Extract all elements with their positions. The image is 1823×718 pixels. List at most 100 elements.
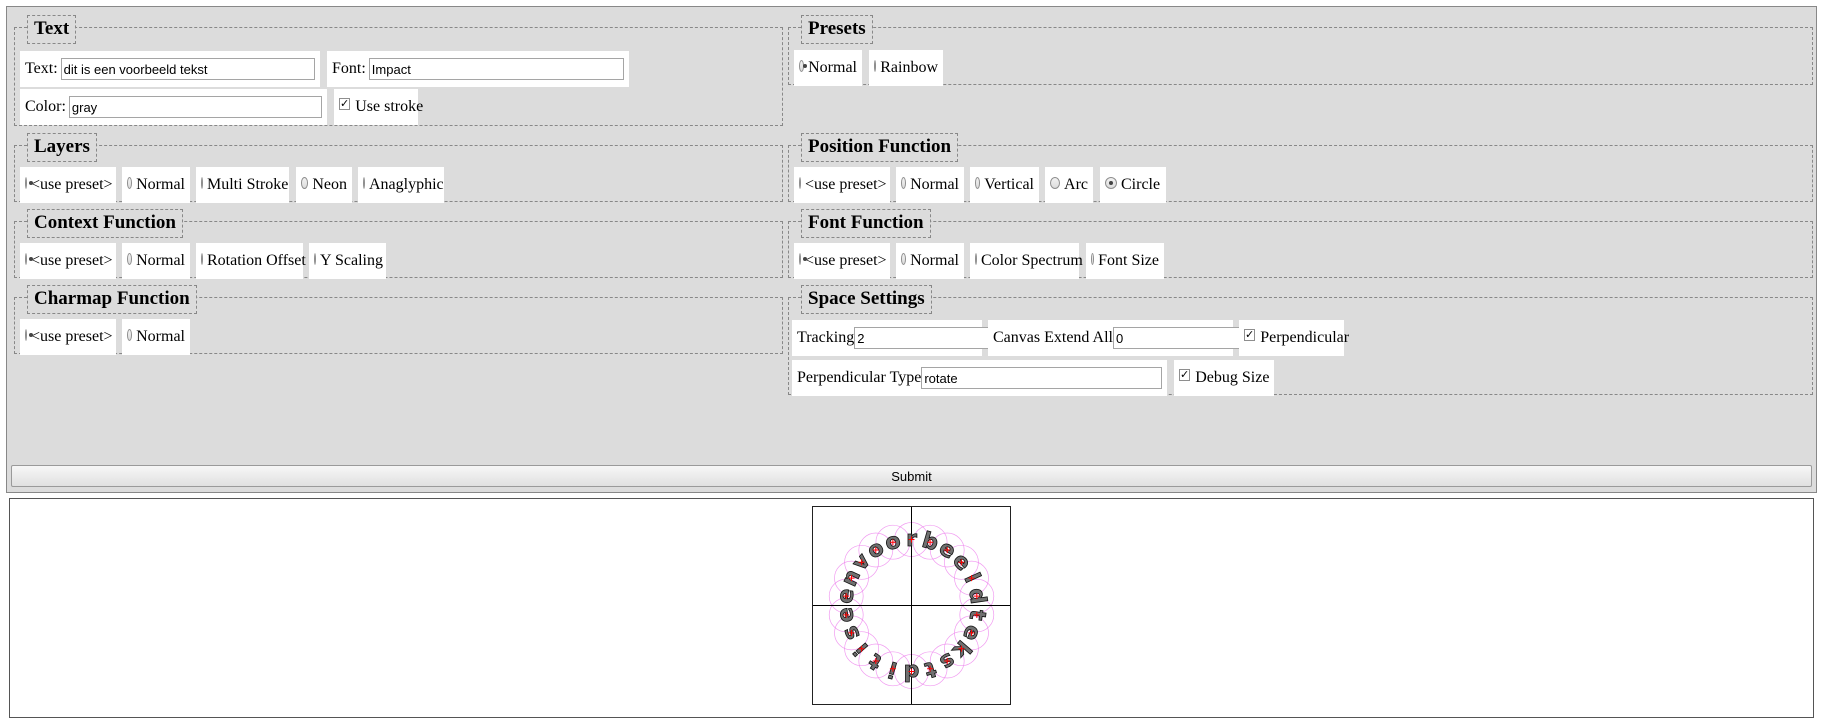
text-field-box: Text: [20,51,320,87]
font-input[interactable] [368,58,624,80]
layers-option-multi-stroke[interactable]: Multi Stroke [196,167,289,203]
color-field-box: Color: [20,89,327,125]
preset-normal-label: Normal [808,59,857,76]
layers-normal-label: Normal [136,176,185,193]
position-vertical-radio[interactable] [975,177,981,189]
position-use-preset-radio[interactable] [799,177,801,189]
layers-fieldset: Layers <use preset> Normal Multi Stroke … [14,133,783,203]
layers-use-preset-label: <use preset> [31,176,113,193]
preset-normal-radio[interactable] [799,60,808,72]
color-input[interactable] [68,96,322,118]
font-function-option-font-size[interactable]: Font Size [1086,243,1164,279]
layers-normal-radio[interactable] [127,177,133,189]
position-option-use-preset[interactable]: <use preset> [794,167,890,203]
context-rotation-offset-label: Rotation Offset [207,252,306,269]
context-normal-label: Normal [136,252,185,269]
layers-option-anaglyphic[interactable]: Anaglyphic [358,167,444,203]
context-option-normal[interactable]: Normal [122,243,190,279]
font-function-use-preset-radio[interactable] [799,253,807,265]
font-function-option-normal[interactable]: Normal [896,243,964,279]
charmap-option-normal[interactable]: Normal [122,319,190,355]
font-function-option-use-preset[interactable]: <use preset> [794,243,890,279]
layers-option-use-preset[interactable]: <use preset> [20,167,116,203]
position-option-vertical[interactable]: Vertical [970,167,1039,203]
preset-rainbow-label: Rainbow [880,59,938,76]
font-function-normal-radio[interactable] [901,253,907,265]
layers-neon-radio[interactable] [301,177,309,189]
layers-anaglyphic-radio[interactable] [363,177,365,189]
layers-use-preset-radio[interactable] [25,177,33,189]
position-normal-radio[interactable] [901,177,907,189]
use-stroke-option[interactable]: ✓ Use stroke [334,89,423,125]
debug-size-checkbox[interactable]: ✓ [1179,369,1191,381]
text-label: Text: [25,60,58,77]
layers-multi-stroke-label: Multi Stroke [207,176,289,193]
output-canvas: ditiseenvoorbeeldtekst [812,506,1011,705]
space-settings-fieldset: Space Settings Tracking Canvas Extend Al… [788,285,1813,396]
position-normal-label: Normal [910,176,959,193]
layers-option-normal[interactable]: Normal [122,167,190,203]
presets-legend: Presets [801,15,873,44]
canvas-extend-field-box: Canvas Extend All [988,320,1265,356]
perpendicular-type-label: Perpendicular Type [797,369,922,386]
position-option-circle[interactable]: Circle [1100,167,1166,203]
font-field-box: Font: [327,51,629,87]
layers-multi-stroke-radio[interactable] [201,177,203,189]
charmap-use-preset-label: <use preset> [31,328,113,345]
context-option-rotation-offset[interactable]: Rotation Offset [196,243,306,279]
position-function-legend: Position Function [801,133,959,162]
settings-panel: Text Text: Font: Color: ✓ Use stroke Pre… [6,6,1817,493]
font-function-option-color-spectrum[interactable]: Color Spectrum [970,243,1083,279]
text-input[interactable] [60,58,315,80]
charmap-normal-radio[interactable] [127,329,133,341]
position-function-fieldset: Position Function <use preset> Normal Ve… [788,133,1813,203]
position-circle-label: Circle [1121,176,1161,193]
font-function-use-preset-label: <use preset> [805,252,887,269]
font-function-fieldset: Font Function <use preset> Normal Color … [788,209,1813,279]
charmap-function-legend: Charmap Function [27,285,197,314]
position-option-normal[interactable]: Normal [896,167,964,203]
context-function-fieldset: Context Function <use preset> Normal Rot… [14,209,783,279]
position-vertical-label: Vertical [984,176,1034,193]
color-label: Color: [25,98,66,115]
submit-button[interactable]: Submit [11,465,1812,487]
perpendicular-type-field-box: Perpendicular Type [792,360,1167,396]
position-arc-radio[interactable] [1050,177,1061,189]
preset-option-normal[interactable]: Normal [794,50,862,86]
perpendicular-checkbox[interactable]: ✓ [1244,329,1256,341]
font-function-normal-label: Normal [910,252,959,269]
context-function-legend: Context Function [27,209,183,238]
perpendicular-type-input[interactable] [921,367,1162,389]
canvas-extend-label: Canvas Extend All [993,329,1113,346]
perpendicular-option[interactable]: ✓ Perpendicular [1239,320,1349,356]
charmap-use-preset-radio[interactable] [25,329,33,341]
context-option-use-preset[interactable]: <use preset> [20,243,116,279]
context-normal-radio[interactable] [127,253,133,265]
layers-option-neon[interactable]: Neon [296,167,352,203]
position-use-preset-label: <use preset> [805,176,887,193]
font-function-font-size-radio[interactable] [1091,253,1095,265]
tracking-input[interactable] [854,327,1007,349]
preset-rainbow-radio[interactable] [874,60,877,72]
context-y-scaling-radio[interactable] [314,253,316,265]
debug-size-option[interactable]: ✓ Debug Size [1174,360,1274,396]
use-stroke-label: Use stroke [355,98,424,115]
context-use-preset-radio[interactable] [25,253,33,265]
tracking-label: Tracking [797,329,855,346]
position-circle-radio[interactable] [1105,177,1117,189]
circle-text-render: ditiseenvoorbeeldtekst [813,507,1010,704]
context-use-preset-label: <use preset> [31,252,113,269]
presets-fieldset: Presets Normal Rainbow [788,15,1813,86]
context-rotation-offset-radio[interactable] [201,253,203,265]
font-function-color-spectrum-radio[interactable] [975,253,977,265]
charmap-function-fieldset: Charmap Function <use preset> Normal [14,285,783,355]
context-option-y-scaling[interactable]: Y Scaling [309,243,386,279]
layers-legend: Layers [27,133,97,162]
preset-option-rainbow[interactable]: Rainbow [869,50,943,86]
use-stroke-checkbox[interactable]: ✓ [339,98,351,110]
text-fieldset: Text Text: Font: Color: ✓ Use stroke [14,15,783,126]
charmap-option-use-preset[interactable]: <use preset> [20,319,116,355]
position-option-arc[interactable]: Arc [1045,167,1093,203]
font-function-color-spectrum-label: Color Spectrum [981,252,1083,269]
font-label: Font: [332,60,366,77]
